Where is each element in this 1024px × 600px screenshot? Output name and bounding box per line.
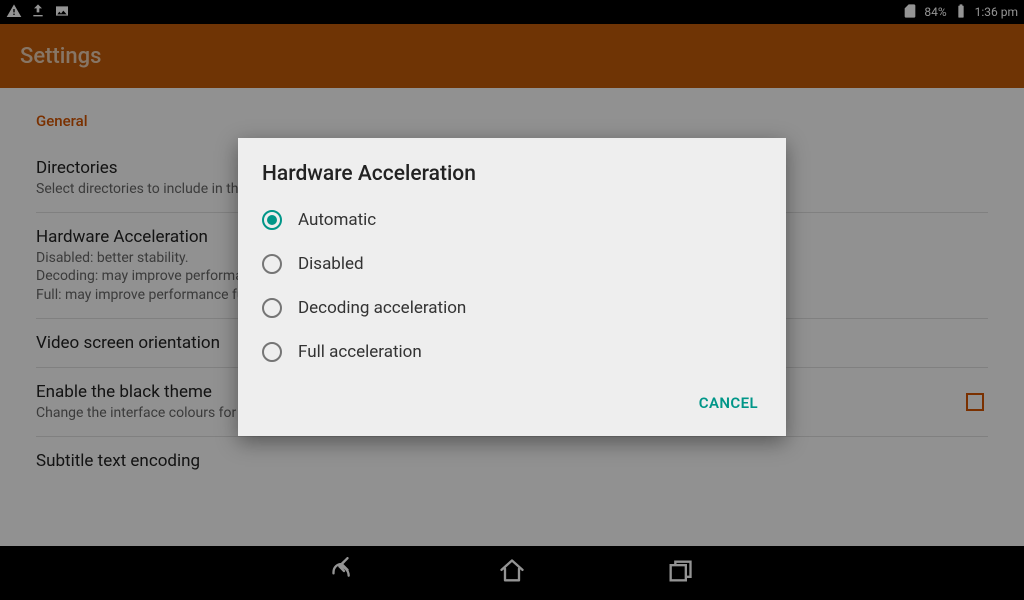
option-disabled[interactable]: Disabled <box>262 242 762 286</box>
hwaccel-dialog: Hardware Acceleration Automatic Disabled… <box>238 138 786 436</box>
radio-full[interactable] <box>262 342 282 362</box>
option-decoding-label: Decoding acceleration <box>298 298 466 318</box>
radio-automatic[interactable] <box>262 210 282 230</box>
radio-disabled[interactable] <box>262 254 282 274</box>
option-decoding[interactable]: Decoding acceleration <box>262 286 762 330</box>
option-automatic[interactable]: Automatic <box>262 198 762 242</box>
dialog-title: Hardware Acceleration <box>238 162 786 198</box>
cancel-button[interactable]: CANCEL <box>689 386 768 420</box>
option-automatic-label: Automatic <box>298 210 376 230</box>
option-full[interactable]: Full acceleration <box>262 330 762 374</box>
option-full-label: Full acceleration <box>298 342 422 362</box>
radio-decoding[interactable] <box>262 298 282 318</box>
option-disabled-label: Disabled <box>298 254 364 274</box>
